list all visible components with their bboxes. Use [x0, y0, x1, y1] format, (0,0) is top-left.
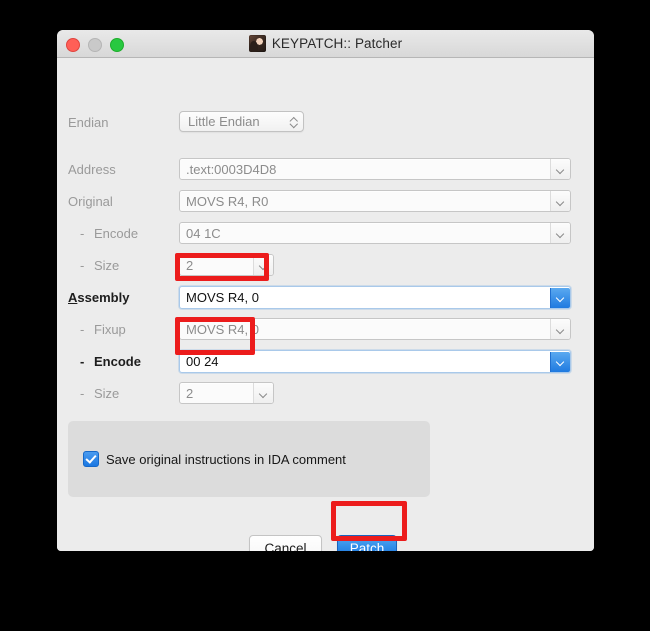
original-combo[interactable]: MOVS R4, R0: [179, 190, 571, 212]
original-encode-value: 04 1C: [186, 225, 221, 241]
assembly-value[interactable]: MOVS R4, 0: [180, 290, 550, 305]
window-titlebar[interactable]: KEYPATCH:: Patcher: [57, 30, 594, 58]
fixup-value: MOVS R4, 0: [186, 321, 259, 337]
dash-marker: -: [80, 322, 85, 337]
original-size-label-text: Size: [94, 258, 120, 273]
save-original-comment-row[interactable]: Save original instructions in IDA commen…: [83, 451, 346, 467]
chevron-down-icon[interactable]: [253, 383, 273, 403]
options-groupbox: Save original instructions in IDA commen…: [68, 421, 430, 497]
keypatch-logo-icon: [248, 35, 266, 52]
cancel-button[interactable]: Cancel: [249, 535, 322, 551]
assembly-label-rest: ssembly: [77, 290, 130, 305]
original-size-value: 2: [186, 257, 194, 273]
chevron-down-icon[interactable]: [550, 319, 570, 339]
original-encode-label-text: Encode: [94, 226, 139, 241]
chevron-down-icon[interactable]: [550, 287, 570, 308]
window-title: KEYPATCH:: Patcher: [271, 36, 403, 51]
endian-popup[interactable]: Little Endian: [179, 111, 304, 132]
chevron-down-icon[interactable]: [550, 191, 570, 211]
new-encode-combo[interactable]: 00 24: [179, 350, 571, 373]
original-encode-combo[interactable]: 04 1C: [179, 222, 571, 244]
new-size-combo[interactable]: 2: [179, 382, 274, 404]
chevron-updown-icon: [285, 117, 303, 127]
new-encode-label: - Encode: [80, 354, 141, 369]
keypatch-patcher-window: KEYPATCH:: Patcher Endian Little Endian …: [57, 30, 594, 551]
new-encode-value[interactable]: 00 24: [180, 354, 550, 369]
original-label: Original: [68, 194, 113, 209]
new-size-value: 2: [186, 385, 194, 401]
chevron-down-icon[interactable]: [550, 351, 570, 372]
endian-label: Endian: [68, 115, 109, 130]
dash-marker: -: [80, 386, 85, 401]
assembly-label-mnemonic: A: [68, 290, 78, 305]
address-value: .text:0003D4D8: [186, 161, 277, 177]
new-size-label-text: Size: [94, 386, 120, 401]
assembly-combo[interactable]: MOVS R4, 0: [179, 286, 571, 309]
dialog-body: Endian Little Endian Address .text:0003D…: [57, 58, 594, 551]
dash-marker: -: [80, 226, 85, 241]
new-size-label: - Size: [80, 386, 119, 401]
patch-button[interactable]: Patch: [337, 535, 397, 551]
endian-value: Little Endian: [188, 114, 260, 129]
save-original-comment-label: Save original instructions in IDA commen…: [106, 451, 346, 467]
fixup-label-text: Fixup: [94, 322, 126, 337]
fixup-combo[interactable]: MOVS R4, 0: [179, 318, 571, 340]
original-size-label: - Size: [80, 258, 119, 273]
dash-marker: -: [80, 258, 85, 273]
window-title-group: KEYPATCH:: Patcher: [57, 30, 594, 57]
original-size-combo[interactable]: 2: [179, 254, 274, 276]
address-label: Address: [68, 162, 116, 177]
chevron-down-icon[interactable]: [550, 223, 570, 243]
original-encode-label: - Encode: [80, 226, 138, 241]
chevron-down-icon[interactable]: [550, 159, 570, 179]
chevron-down-icon[interactable]: [253, 255, 273, 275]
address-combo[interactable]: .text:0003D4D8: [179, 158, 571, 180]
save-original-comment-checkbox[interactable]: [83, 451, 99, 467]
original-value: MOVS R4, R0: [186, 193, 269, 209]
screen: KEYPATCH:: Patcher Endian Little Endian …: [0, 0, 650, 631]
assembly-label: Assembly: [68, 290, 129, 305]
dash-marker: -: [80, 354, 85, 369]
new-encode-label-text: Encode: [94, 354, 141, 369]
fixup-label: - Fixup: [80, 322, 126, 337]
